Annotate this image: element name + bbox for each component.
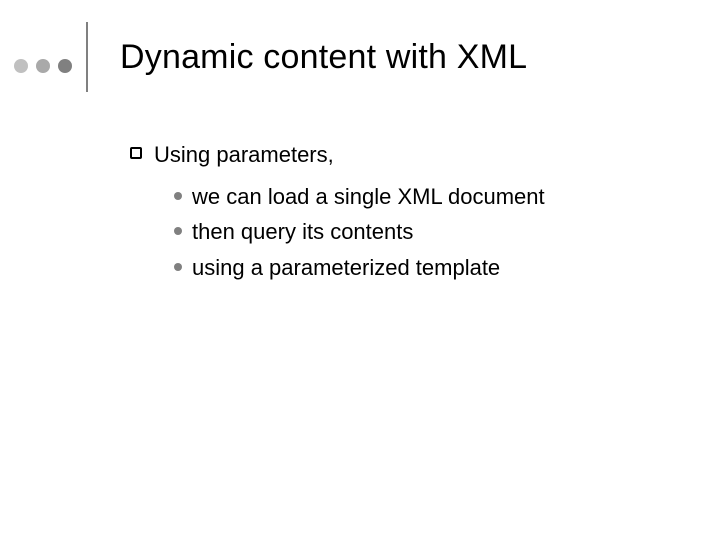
list-item: using a parameterized template <box>174 253 680 283</box>
slide-title: Dynamic content with XML <box>120 38 527 77</box>
list-item: we can load a single XML document <box>174 182 680 212</box>
slide: Dynamic content with XML Using parameter… <box>0 0 720 540</box>
list-item-text: using a parameterized template <box>192 253 500 283</box>
list-item: Using parameters, <box>130 140 680 170</box>
dot-icon <box>58 59 72 73</box>
list-item-text: then query its contents <box>192 217 413 247</box>
decoration-dots <box>14 59 72 73</box>
vertical-divider-icon <box>86 22 88 92</box>
circle-bullet-icon <box>174 192 182 200</box>
header-decoration <box>14 28 88 92</box>
list-item-text: Using parameters, <box>154 140 334 170</box>
slide-body: Using parameters, we can load a single X… <box>130 140 680 289</box>
circle-bullet-icon <box>174 263 182 271</box>
dot-icon <box>36 59 50 73</box>
sublist: we can load a single XML document then q… <box>174 182 680 283</box>
dot-icon <box>14 59 28 73</box>
circle-bullet-icon <box>174 227 182 235</box>
list-item: then query its contents <box>174 217 680 247</box>
list-item-text: we can load a single XML document <box>192 182 545 212</box>
square-bullet-icon <box>130 147 142 159</box>
